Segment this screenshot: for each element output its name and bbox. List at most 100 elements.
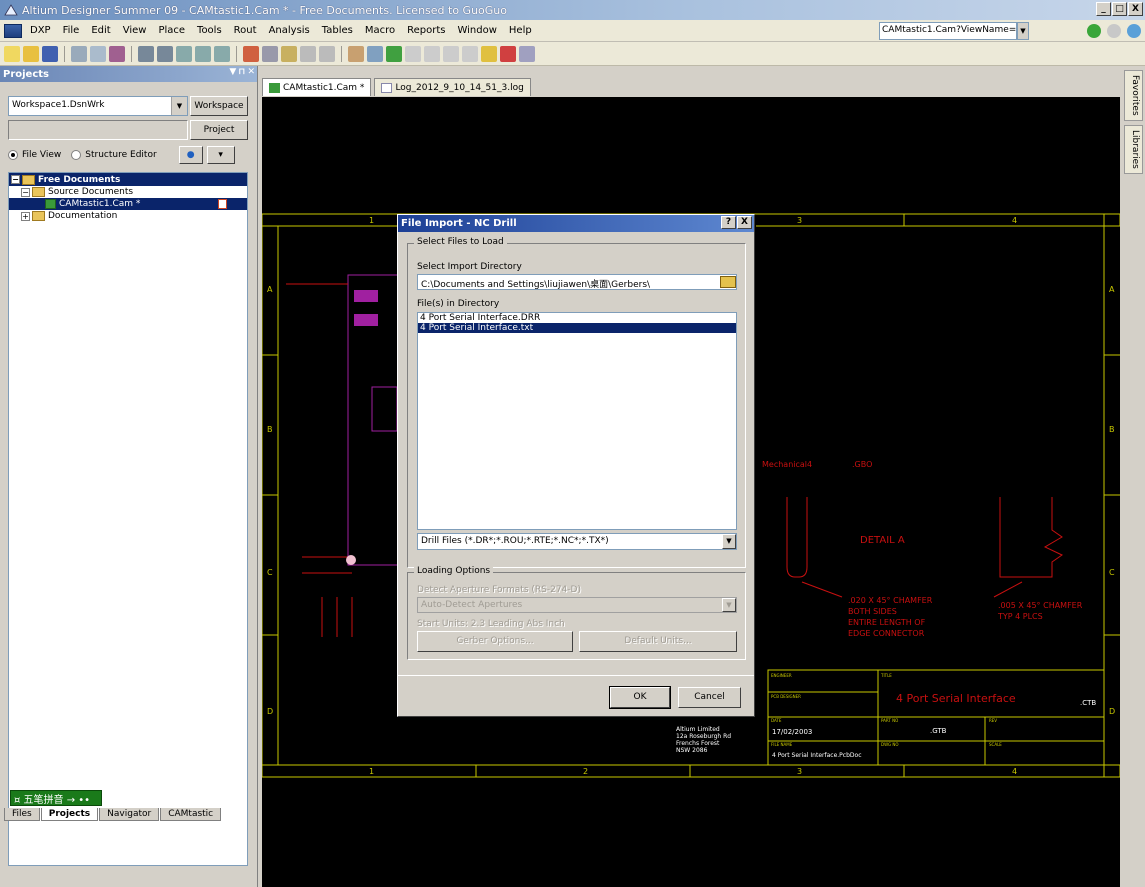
tb-title-code: .CTB <box>1080 699 1096 707</box>
help-button[interactable]: ? <box>721 216 736 229</box>
workspace-button[interactable]: Workspace <box>190 96 248 116</box>
project-field[interactable] <box>8 120 188 140</box>
chevron-down-icon[interactable]: ▼ <box>722 534 736 549</box>
project-options-icon[interactable]: ▾ <box>206 146 235 164</box>
folder-icon <box>32 187 45 197</box>
measure-icon[interactable] <box>481 45 497 62</box>
ime-toolbar[interactable]: ¤ 五笔拼音 → •• <box>10 790 102 806</box>
copy-icon[interactable] <box>262 45 278 62</box>
print-preview-icon[interactable] <box>90 45 106 62</box>
pin-icon[interactable]: ⊓ <box>238 67 245 77</box>
arc-icon[interactable] <box>424 45 440 62</box>
cancel-button[interactable]: Cancel <box>678 687 741 708</box>
menu-window[interactable]: Window <box>451 25 502 36</box>
tab-favorites[interactable]: Favorites <box>1124 70 1143 121</box>
tab-projects[interactable]: Projects <box>40 808 99 821</box>
structure-editor-radio[interactable] <box>71 150 82 160</box>
menu-tools[interactable]: Tools <box>191 25 228 36</box>
address-field[interactable]: CAMtastic1.Cam?ViewName=CAMtasti <box>879 22 1017 40</box>
menu-rout[interactable]: Rout <box>228 25 263 36</box>
cut-icon[interactable] <box>243 45 259 62</box>
line-icon[interactable] <box>405 45 421 62</box>
menu-macro[interactable]: Macro <box>359 25 401 36</box>
tab-camtastic[interactable]: CAMtastic <box>160 808 222 821</box>
menu-file[interactable]: File <box>57 25 86 36</box>
row-label: D <box>1109 707 1115 716</box>
minimize-button[interactable]: _ <box>1096 2 1111 16</box>
panel-close-icon[interactable]: ✕ <box>247 67 255 77</box>
chevron-down-icon[interactable]: ▼ <box>722 598 736 612</box>
zoom-fit-icon[interactable] <box>176 45 192 62</box>
tab-navigator[interactable]: Navigator <box>99 808 160 821</box>
expand-icon[interactable]: + <box>21 211 30 221</box>
menu-reports[interactable]: Reports <box>401 25 451 36</box>
file-view-radio[interactable] <box>8 150 18 160</box>
tab-camtastic-doc[interactable]: CAMtastic1.Cam * <box>262 78 372 96</box>
add-project-icon[interactable]: ● <box>178 146 203 164</box>
file-item-txt[interactable]: 4 Port Serial Interface.txt <box>418 323 736 333</box>
chevron-down-icon[interactable]: ▼ <box>171 97 187 115</box>
menu-help[interactable]: Help <box>503 25 538 36</box>
drc-icon[interactable] <box>500 45 516 62</box>
rect-icon[interactable] <box>462 45 478 62</box>
layer-icon[interactable] <box>109 45 125 62</box>
col-label: 4 <box>1012 767 1017 776</box>
zoom-out-icon[interactable] <box>157 45 173 62</box>
paste-icon[interactable] <box>281 45 297 62</box>
browse-folder-icon[interactable] <box>720 276 736 288</box>
dialog-close-button[interactable]: X <box>737 216 752 229</box>
redo-icon[interactable] <box>319 45 335 62</box>
menu-dxp[interactable]: DXP <box>24 25 57 36</box>
default-units-button[interactable]: Default Units... <box>579 631 737 652</box>
tb-label: PART NO <box>881 718 898 723</box>
menu-place[interactable]: Place <box>152 25 191 36</box>
tree-item-documentation[interactable]: + Documentation <box>9 210 247 222</box>
file-import-dialog: File Import - NC Drill ? X Select Files … <box>397 214 755 717</box>
detect-apertures-select[interactable]: Auto-Detect Apertures <box>417 597 737 613</box>
menu-analysis[interactable]: Analysis <box>263 25 316 36</box>
tree-item-free-documents[interactable]: − Free Documents <box>9 173 247 186</box>
zoom-last-icon[interactable] <box>214 45 230 62</box>
import-dir-input[interactable]: C:\Documents and Settings\liujiawen\桌面\G… <box>417 274 737 290</box>
files-listbox[interactable]: 4 Port Serial Interface.DRR 4 Port Seria… <box>417 312 737 530</box>
tab-libraries[interactable]: Libraries <box>1124 124 1143 174</box>
dxp-icon[interactable] <box>4 23 22 38</box>
open-icon[interactable] <box>23 45 39 62</box>
ok-button[interactable]: OK <box>609 686 671 709</box>
zoom-area-icon[interactable] <box>195 45 211 62</box>
workspace-combo[interactable]: Workspace1.DsnWrk ▼ <box>8 96 188 116</box>
menu-edit[interactable]: Edit <box>85 25 116 36</box>
print-icon[interactable] <box>71 45 87 62</box>
tab-log-doc[interactable]: Log_2012_9_10_14_51_3.log <box>374 78 531 96</box>
collapse-icon[interactable]: − <box>21 187 30 197</box>
menu-tables[interactable]: Tables <box>316 25 359 36</box>
address-dropdown-button[interactable]: ▼ <box>1017 22 1029 40</box>
pointer-icon[interactable] <box>443 45 459 62</box>
menu-view[interactable]: View <box>117 25 153 36</box>
file-filter-select[interactable]: Drill Files (*.DR*;*.ROU;*.RTE;*.NC*;*.T… <box>417 533 737 550</box>
project-button[interactable]: Project <box>190 120 248 140</box>
undo-icon[interactable] <box>300 45 316 62</box>
new-icon[interactable] <box>4 45 20 62</box>
chamfer-note: TYP 4 PLCS <box>997 612 1043 621</box>
back-icon[interactable] <box>1087 24 1101 38</box>
grid-icon[interactable] <box>519 45 535 62</box>
flash-icon[interactable] <box>386 45 402 62</box>
zoom-in-icon[interactable] <box>138 45 154 62</box>
tree-item-camtastic-file[interactable]: CAMtastic1.Cam * <box>9 198 247 210</box>
import-dir-label: Select Import Directory <box>417 262 522 272</box>
collapse-icon[interactable]: − <box>11 175 20 184</box>
select-icon[interactable] <box>367 45 383 62</box>
home-icon[interactable] <box>1127 24 1141 38</box>
hand-icon[interactable] <box>348 45 364 62</box>
tree-item-source-documents[interactable]: − Source Documents <box>9 186 247 198</box>
close-button[interactable]: X <box>1128 2 1143 16</box>
tab-files[interactable]: Files <box>4 808 40 821</box>
panel-menu-icon[interactable]: ▼ <box>229 67 236 77</box>
cam-file-icon <box>45 199 56 209</box>
file-item-drr[interactable]: 4 Port Serial Interface.DRR <box>418 313 736 323</box>
gerber-options-button[interactable]: Gerber Options... <box>417 631 573 652</box>
forward-icon[interactable] <box>1107 24 1121 38</box>
restore-button[interactable]: □ <box>1112 2 1127 16</box>
save-icon[interactable] <box>42 45 58 62</box>
